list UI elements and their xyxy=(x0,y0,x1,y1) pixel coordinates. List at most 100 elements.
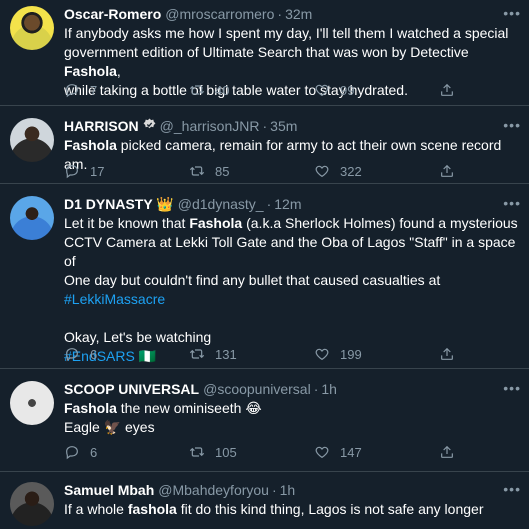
share-button[interactable] xyxy=(439,82,459,98)
timestamp[interactable]: 12m xyxy=(274,195,301,213)
author-name[interactable]: HARRISON xyxy=(64,117,139,135)
more-options-icon[interactable]: ••• xyxy=(503,381,521,395)
tweet-text-line: CCTV Camera at Lekki Toll Gate and the O… xyxy=(64,233,519,271)
author-handle[interactable]: @_harrisonJNR xyxy=(160,117,260,135)
tweet-text-line: If a whole fashola fit do this kind thin… xyxy=(64,500,519,519)
tweet-header: SCOOP UNIVERSAL @scoopuniversal · 1h xyxy=(64,380,519,398)
retweet-button[interactable]: 85 xyxy=(189,163,269,179)
reply-button[interactable]: 17 xyxy=(64,163,144,179)
avatar[interactable] xyxy=(10,196,54,240)
retweet-count: 105 xyxy=(215,444,237,460)
highlighted-keyword: Fashola xyxy=(64,63,117,79)
author-name[interactable]: Oscar-Romero xyxy=(64,5,161,23)
tweet-text-line xyxy=(64,309,519,328)
more-options-icon[interactable]: ••• xyxy=(503,196,521,210)
verified-badge-icon xyxy=(143,117,156,135)
separator-dot: · xyxy=(262,118,268,134)
retweet-icon xyxy=(189,163,205,179)
author-handle[interactable]: @mroscarromero xyxy=(165,5,274,23)
tweet[interactable]: D1 DYNASTY 👑 @d1dynasty_ · 12m Let it be kno… xyxy=(0,184,529,369)
hashtag-link[interactable]: #LekkiMassacre xyxy=(64,291,165,307)
timestamp[interactable]: 1h xyxy=(321,380,337,398)
more-options-icon[interactable]: ••• xyxy=(503,118,521,132)
text-segment: If anybody asks me how I spent my day, I… xyxy=(64,25,509,41)
share-button[interactable] xyxy=(439,346,459,362)
tweet-header: Samuel Mbah @Mbahdeyforyou · 1h xyxy=(64,481,519,499)
highlighted-keyword: Fashola xyxy=(64,137,117,153)
more-options-icon[interactable]: ••• xyxy=(503,6,521,20)
heart-icon xyxy=(314,163,330,179)
tweet-text-line: #LekkiMassacre xyxy=(64,290,519,309)
author-name[interactable]: SCOOP UNIVERSAL xyxy=(64,380,199,398)
tweet-text-line: If anybody asks me how I spent my day, I… xyxy=(64,24,519,43)
tweet-feed: Oscar-Romero @mroscarromero · 32m If anybody… xyxy=(0,0,529,529)
author-handle[interactable]: @d1dynasty_ xyxy=(178,195,264,213)
avatar[interactable] xyxy=(10,381,54,425)
retweet-icon xyxy=(189,82,205,98)
heart-icon xyxy=(314,444,330,460)
tweet-actions: 7 40 99 xyxy=(64,82,459,98)
author-handle[interactable]: @scoopuniversal xyxy=(203,380,311,398)
reply-button[interactable]: 6 xyxy=(64,346,144,362)
tweet-text: Let it be known that Fashola (a.k.a Sher… xyxy=(64,214,519,366)
tweet[interactable]: HARRISON @_harrisonJNR · 35m Fashola picked … xyxy=(0,106,529,184)
like-button[interactable]: 322 xyxy=(314,163,394,179)
tweet-header: Oscar-Romero @mroscarromero · 32m xyxy=(64,5,519,23)
avatar[interactable] xyxy=(10,6,54,50)
retweet-button[interactable]: 105 xyxy=(189,444,269,460)
reply-count: 6 xyxy=(90,346,98,362)
share-button[interactable] xyxy=(439,444,459,460)
share-icon xyxy=(439,444,455,460)
retweet-count: 85 xyxy=(215,163,230,179)
reply-button[interactable]: 7 xyxy=(64,82,144,98)
text-segment: , xyxy=(116,63,121,79)
share-icon xyxy=(439,346,455,362)
tweet-text: Fashola the new ominiseeth 😂 Eagle 🦅 eyes xyxy=(64,399,519,437)
tweet[interactable]: Oscar-Romero @mroscarromero · 32m If anybody… xyxy=(0,0,529,106)
author-name[interactable]: Samuel Mbah xyxy=(64,481,154,499)
text-segment: One day but couldn't find any bullet tha… xyxy=(64,272,441,288)
tweet-actions: 17 85 322 xyxy=(64,163,459,179)
text-segment: the new ominiseeth 😂 xyxy=(116,400,262,416)
reply-button[interactable]: 6 xyxy=(64,444,144,460)
avatar[interactable] xyxy=(10,482,54,526)
tweet[interactable]: Samuel Mbah @Mbahdeyforyou · 1h If a whole f… xyxy=(0,472,529,529)
tweet-actions: 6 131 199 xyxy=(64,346,459,362)
timestamp[interactable]: 35m xyxy=(270,117,297,135)
reply-icon xyxy=(64,82,80,98)
like-button[interactable]: 199 xyxy=(314,346,394,362)
retweet-count: 40 xyxy=(215,82,230,98)
reply-icon xyxy=(64,444,80,460)
reply-icon xyxy=(64,346,80,362)
tweet-text: If a whole fashola fit do this kind thin… xyxy=(64,500,519,519)
text-segment: Okay, Let's be watching xyxy=(64,329,212,345)
tweet-text-line: Eagle 🦅 eyes xyxy=(64,418,519,437)
separator-dot: · xyxy=(313,381,319,397)
share-icon xyxy=(439,163,455,179)
more-options-icon[interactable]: ••• xyxy=(503,482,521,496)
highlighted-keyword: fashola xyxy=(127,501,177,517)
text-segment: If a whole xyxy=(64,501,128,517)
tweet[interactable]: SCOOP UNIVERSAL @scoopuniversal · 1h Fashola… xyxy=(0,369,529,472)
separator-dot: · xyxy=(266,196,272,212)
like-count: 99 xyxy=(340,82,355,98)
share-button[interactable] xyxy=(439,163,459,179)
timestamp[interactable]: 32m xyxy=(285,5,312,23)
retweet-icon xyxy=(189,444,205,460)
retweet-button[interactable]: 131 xyxy=(189,346,269,362)
timestamp[interactable]: 1h xyxy=(280,481,296,499)
avatar[interactable] xyxy=(10,118,54,162)
author-name[interactable]: D1 DYNASTY 👑 xyxy=(64,195,174,213)
like-button[interactable]: 147 xyxy=(314,444,394,460)
tweet-text-line: government edition of Ultimate Search th… xyxy=(64,43,519,81)
text-segment: fit do this kind thing, Lagos is not saf… xyxy=(176,501,484,517)
author-handle[interactable]: @Mbahdeyforyou xyxy=(158,481,269,499)
like-button[interactable]: 99 xyxy=(314,82,394,98)
tweet-text-line: Fashola the new ominiseeth 😂 xyxy=(64,399,519,418)
tweet-header: D1 DYNASTY 👑 @d1dynasty_ · 12m xyxy=(64,195,519,213)
retweet-icon xyxy=(189,346,205,362)
tweet-text-line: Okay, Let's be watching xyxy=(64,328,519,347)
retweet-button[interactable]: 40 xyxy=(189,82,269,98)
tweet-actions: 6 105 147 xyxy=(64,444,459,460)
tweet-text-line: One day but couldn't find any bullet tha… xyxy=(64,271,519,290)
